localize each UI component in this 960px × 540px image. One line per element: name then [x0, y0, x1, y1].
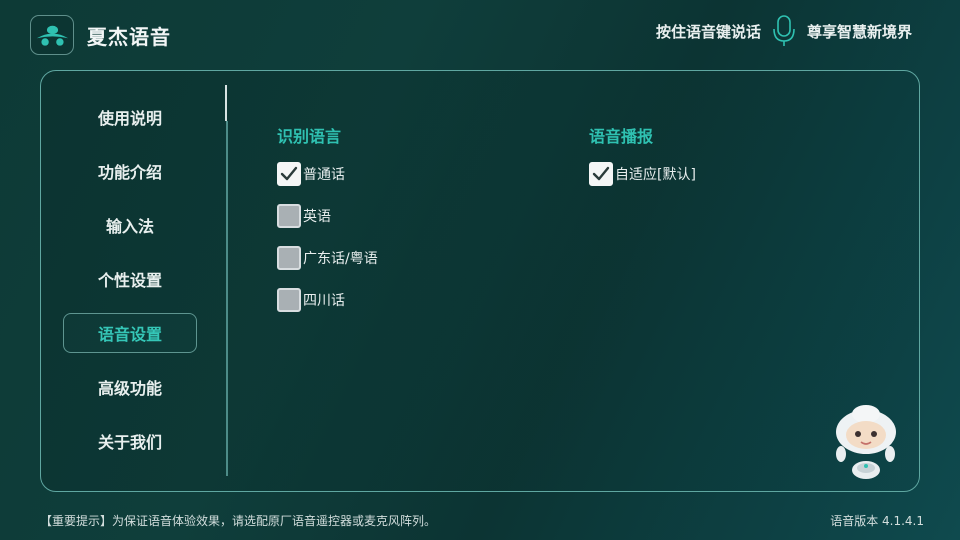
sidebar-item-usage-guide[interactable]: 使用说明	[63, 97, 197, 137]
sidebar-item-personalization[interactable]: 个性设置	[63, 259, 197, 299]
important-notice: 【重要提示】为保证语音体验效果，请选配原厂语音遥控器或麦克风阵列。	[40, 514, 437, 528]
sidebar-scroll-indicator	[225, 85, 227, 121]
header-right: 按住语音键说话 尊享智慧新境界	[656, 14, 912, 48]
robot-mascot-icon	[836, 405, 896, 479]
voice-broadcast-title: 语音播报	[589, 127, 654, 146]
option-english[interactable]: 英语	[277, 204, 331, 228]
option-sichuanese[interactable]: 四川话	[277, 288, 345, 312]
sidebar-item-advanced[interactable]: 高级功能	[63, 367, 197, 407]
option-label: 四川话	[303, 293, 345, 309]
settings-panel: 使用说明 功能介绍 输入法 个性设置 语音设置 高级功能 关于我们 识别语言 普…	[40, 70, 920, 492]
option-label: 自适应[默认]	[615, 167, 696, 183]
app-title: 夏杰语音	[87, 25, 171, 49]
checkbox-checked[interactable]	[589, 162, 613, 186]
checkbox-checked[interactable]	[277, 162, 301, 186]
slogan: 尊享智慧新境界	[806, 22, 912, 41]
check-icon	[592, 166, 610, 181]
sidebar-item-about[interactable]: 关于我们	[63, 421, 197, 461]
option-label: 广东话/粤语	[303, 251, 378, 267]
microphone-icon	[773, 15, 795, 46]
option-label: 英语	[303, 209, 331, 225]
voice-hint: 按住语音键说话	[655, 22, 761, 41]
option-label: 普通话	[303, 167, 345, 183]
checkbox-unchecked[interactable]	[277, 288, 301, 312]
sidebar-item-input-method[interactable]: 输入法	[63, 205, 197, 245]
sidebar-menu: 使用说明 功能介绍 输入法 个性设置 语音设置 高级功能 关于我们	[63, 97, 197, 475]
app-logo-icon	[36, 25, 69, 46]
check-icon	[280, 166, 298, 181]
option-cantonese[interactable]: 广东话/粤语	[277, 246, 378, 270]
sidebar-divider	[226, 121, 228, 476]
sidebar-item-voice-settings[interactable]: 语音设置	[63, 313, 197, 353]
checkbox-unchecked[interactable]	[277, 246, 301, 270]
checkbox-unchecked[interactable]	[277, 204, 301, 228]
voice-version: 语音版本 4.1.4.1	[830, 514, 924, 528]
option-adaptive[interactable]: 自适应[默认]	[589, 162, 696, 186]
sidebar-item-features[interactable]: 功能介绍	[63, 151, 197, 191]
app-logo	[30, 15, 74, 55]
recognition-language-title: 识别语言	[277, 127, 342, 146]
option-mandarin[interactable]: 普通话	[277, 162, 345, 186]
